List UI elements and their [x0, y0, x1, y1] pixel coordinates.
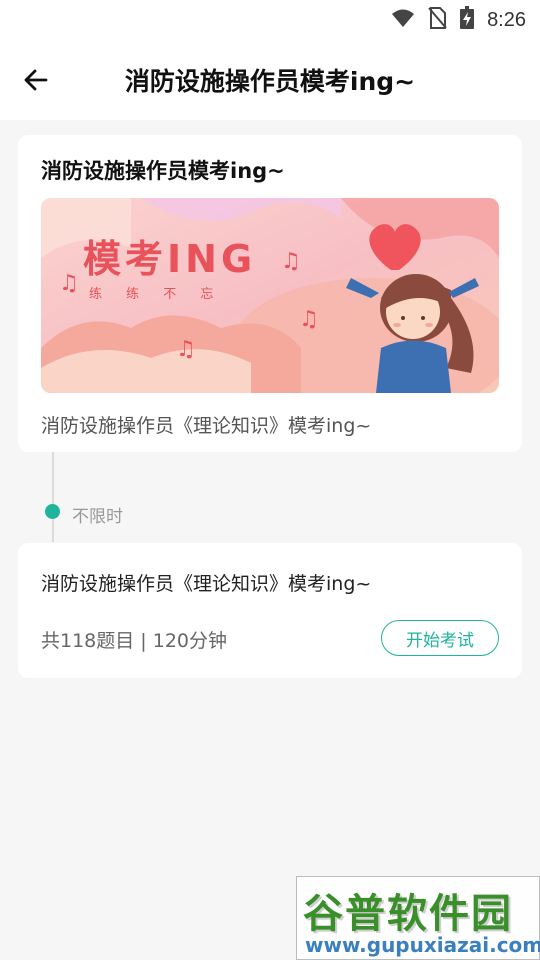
exam-info-card: 消防设施操作员模考ing~ 模考ING 练 练 不 忘 ♫ ♫ ♫ ♫ 消防设施…	[18, 135, 522, 452]
no-sim-icon	[427, 6, 447, 34]
battery-charging-icon	[459, 6, 475, 34]
card-description: 消防设施操作员《理论知识》模考ing~	[41, 415, 372, 437]
start-exam-button[interactable]: 开始考试	[381, 620, 499, 656]
status-icons: 8:26	[391, 4, 526, 36]
exam-title: 消防设施操作员《理论知识》模考ing~	[41, 573, 372, 595]
music-note-icon: ♫	[59, 271, 79, 296]
time-limit-label: 不限时	[72, 507, 123, 527]
watermark-url: www.gupuxiazai.com	[305, 933, 540, 957]
banner-subtitle: 练 练 不 忘	[89, 287, 223, 302]
exam-meta: 共118题目 | 120分钟	[41, 630, 228, 652]
timeline-dot	[45, 504, 60, 519]
banner-heading: 模考ING	[83, 237, 256, 281]
app-bar: 消防设施操作员模考ing~	[0, 40, 540, 120]
page-title: 消防设施操作员模考ing~	[124, 67, 416, 96]
music-note-icon: ♫	[281, 249, 301, 274]
card-title: 消防设施操作员模考ing~	[41, 159, 285, 183]
music-note-icon: ♫	[299, 307, 319, 332]
watermark-main-text: 谷普软件园	[303, 891, 513, 937]
watermark-logo: 谷普软件园 www.gupuxiazai.com	[296, 876, 540, 960]
clock: 8:26	[487, 8, 526, 31]
timeline-line	[52, 452, 54, 542]
music-note-icon: ♫	[176, 337, 196, 362]
status-bar: 8:26	[0, 0, 540, 40]
exam-card: 消防设施操作员《理论知识》模考ing~ 共118题目 | 120分钟 开始考试	[18, 543, 522, 678]
wifi-icon	[391, 8, 415, 32]
banner-image: 模考ING 练 练 不 忘 ♫ ♫ ♫ ♫	[41, 198, 499, 393]
